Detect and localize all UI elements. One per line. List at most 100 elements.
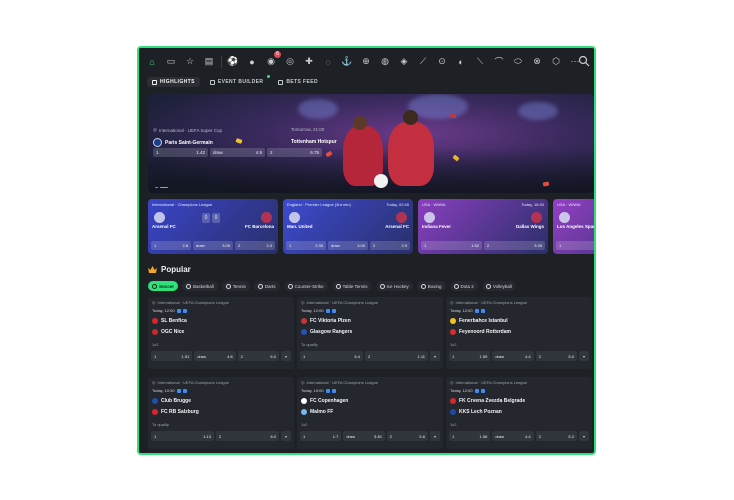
odd-button[interactable]: 1 1.56	[449, 431, 491, 441]
odd-button[interactable]: draw 3.45	[343, 431, 385, 441]
handball-icon[interactable]: ◐	[454, 55, 468, 69]
odd-button[interactable]: draw 4.4	[492, 431, 534, 441]
badminton-icon[interactable]: ⟋	[416, 55, 430, 69]
search-icon[interactable]	[578, 55, 590, 67]
odd-button[interactable]: 1 1.42	[153, 148, 208, 157]
odd-button[interactable]: 1 1.52	[421, 241, 482, 250]
table-tennis-icon[interactable]: ◌	[321, 55, 335, 69]
hero-team2: Tottenham Hotspur	[291, 139, 337, 145]
odd-button[interactable]: 2 5.6	[386, 431, 428, 441]
odd-button[interactable]: 2 6.0	[237, 351, 279, 361]
odd-button[interactable]: 2 2.3	[235, 241, 275, 250]
home-icon[interactable]: ⌂	[145, 55, 159, 69]
odd-button[interactable]: draw 4.4	[492, 351, 534, 361]
live-match-card[interactable]: USA · WNBA Today, 16:30 Indiana Fever Dal…	[418, 199, 548, 254]
hero-pager[interactable]	[155, 186, 168, 188]
odd-button[interactable]: 2 2.9	[370, 241, 410, 250]
odd-button[interactable]: 2 6.0	[216, 431, 279, 441]
live-match-card[interactable]: USA · WNBA Los Angeles Sparks 1	[553, 199, 596, 254]
chevron-down-icon[interactable]: ▾	[578, 351, 589, 361]
hero-team1: Paris Saint-Germain	[165, 139, 213, 146]
sport-tab-darts[interactable]: Darts	[253, 281, 280, 291]
sport-tab-ice-hockey[interactable]: Ice Hockey	[375, 281, 413, 291]
hero-banner[interactable]: ◎ International · UEFA Super Cup Paris Sa…	[148, 94, 594, 193]
live-icon[interactable]: ▭	[164, 55, 178, 69]
match-time: Today, 10:00	[301, 388, 324, 393]
stats-icon	[331, 308, 336, 313]
odd-button[interactable]: 2 5.2	[535, 431, 577, 441]
odd-button[interactable]: 2 6.75	[267, 148, 322, 157]
sport-tab-tennis[interactable]: Tennis	[221, 281, 250, 291]
sport-icon	[453, 283, 459, 289]
sport-tab-table-tennis[interactable]: Table Tennis	[331, 281, 372, 291]
odd-button[interactable]: draw 3.05	[328, 241, 368, 250]
football-icon[interactable]: ⚽	[226, 55, 240, 69]
tab-event-builder[interactable]: EVENT BUILDER	[205, 75, 271, 87]
odd-button[interactable]: 2 1.11	[365, 351, 428, 361]
odd-button[interactable]: 2 5.0	[535, 351, 577, 361]
top-nav: ⌂ ▭ ☆ ▤ ⚽ ● ◉ 6 ◎ ✚ ◌ ⚓ ⊕ ◍ ◈ ⟋ ⊙ ◐ ⟍ ⌒ ⬭ ⊗ ⬡ ⋯	[139, 48, 594, 75]
match-card[interactable]: ◎ International · UEFA Champions League T…	[297, 377, 443, 449]
hero-odds: 1 1.42 draw 4.9 2 6.75	[153, 148, 322, 157]
baseball-icon[interactable]: ⊙	[435, 55, 449, 69]
ice-hockey-icon[interactable]: ⚓	[340, 55, 354, 69]
odd-button[interactable]: 1 1.51	[151, 351, 193, 361]
sport-tab-dota-2[interactable]: Dota 2	[449, 281, 478, 291]
odd-button[interactable]: 1 1.59	[449, 351, 491, 361]
odd-button[interactable]: draw 3.05	[193, 241, 233, 250]
betslip-icon[interactable]: ▤	[202, 55, 216, 69]
odd-button[interactable]: 1 1.7	[300, 431, 342, 441]
match-time: Today, 12:00	[450, 308, 473, 313]
match-card[interactable]: ◎ International · UEFA Champions League T…	[148, 377, 294, 449]
match-competition: International · UEFA Champions League	[157, 300, 230, 305]
sport-tab-basketball[interactable]: Basketball	[182, 281, 218, 291]
mma-icon[interactable]: ⊗	[530, 55, 544, 69]
card-odds: 1	[556, 241, 594, 250]
cricket-icon[interactable]: ⟍	[473, 55, 487, 69]
match-card[interactable]: ◎ International · UEFA Champions League T…	[446, 297, 592, 369]
odd-button[interactable]: 1	[556, 241, 594, 250]
odd-button[interactable]: 1 2.8	[151, 241, 191, 250]
card-competition: International · Champions League	[152, 202, 213, 207]
odd-button[interactable]: 1 1.13	[151, 431, 214, 441]
tab-highlights[interactable]: HIGHLIGHTS	[147, 77, 200, 87]
chevron-down-icon[interactable]: ▾	[430, 351, 440, 361]
rugby-icon[interactable]: ⬭	[511, 55, 525, 69]
odd-button[interactable]: 2 3.35	[484, 241, 545, 250]
match-card[interactable]: ◎ International · UEFA Champions League T…	[148, 297, 294, 369]
sport-tab-boxing[interactable]: Boxing	[416, 281, 446, 291]
match-card[interactable]: ◎ International · UEFA Champions League T…	[446, 377, 592, 449]
basketball-icon[interactable]: ●	[245, 55, 259, 69]
chevron-down-icon[interactable]: ▾	[280, 351, 291, 361]
sport-tab-soccer[interactable]: Soccer	[148, 281, 179, 291]
odd-button[interactable]: draw 4.9	[210, 148, 265, 157]
odd-button[interactable]: 1 6.4	[300, 351, 363, 361]
odd-button[interactable]: draw 4.8	[194, 351, 236, 361]
odd-button[interactable]: 1 2.35	[286, 241, 326, 250]
tennis-icon[interactable]: ◉ 6	[264, 50, 281, 69]
team2-crest-icon	[396, 212, 407, 223]
darts-icon[interactable]: ◎	[283, 55, 297, 69]
match-card[interactable]: ◎ International · UEFA Champions League T…	[297, 297, 443, 369]
sport-tab-volleyball[interactable]: Volleyball	[481, 281, 516, 291]
chevron-down-icon[interactable]: ▾	[281, 431, 291, 441]
golf-icon[interactable]: ⌒	[492, 55, 506, 69]
live-match-card[interactable]: International · Champions League 00 Arse…	[148, 199, 278, 254]
sport-tab-counter-strike[interactable]: Counter-Strike	[283, 281, 328, 291]
stats-icon	[331, 388, 336, 393]
futsal-icon[interactable]: ⬡	[549, 55, 563, 69]
match-competition: International · UEFA Champions League	[455, 380, 528, 385]
star-icon[interactable]: ☆	[183, 55, 197, 69]
dota2-icon[interactable]: ◍	[378, 55, 392, 69]
chevron-down-icon[interactable]: ▾	[578, 431, 589, 441]
counter-strike-icon[interactable]: ✚	[302, 55, 316, 69]
sport-icon	[379, 283, 385, 289]
card-team1: Los Angeles Sparks	[557, 224, 596, 229]
boxing-icon[interactable]: ⊕	[359, 55, 373, 69]
hero-competition: International · UEFA Super Cup	[158, 127, 222, 133]
chevron-down-icon[interactable]: ▾	[429, 431, 440, 441]
popular-header: Popular	[148, 265, 191, 274]
live-match-card[interactable]: England · Premier League (3rd min) Today,…	[283, 199, 413, 254]
tab-bets-feed[interactable]: BETS FEED	[273, 77, 323, 87]
volleyball-icon[interactable]: ◈	[397, 55, 411, 69]
